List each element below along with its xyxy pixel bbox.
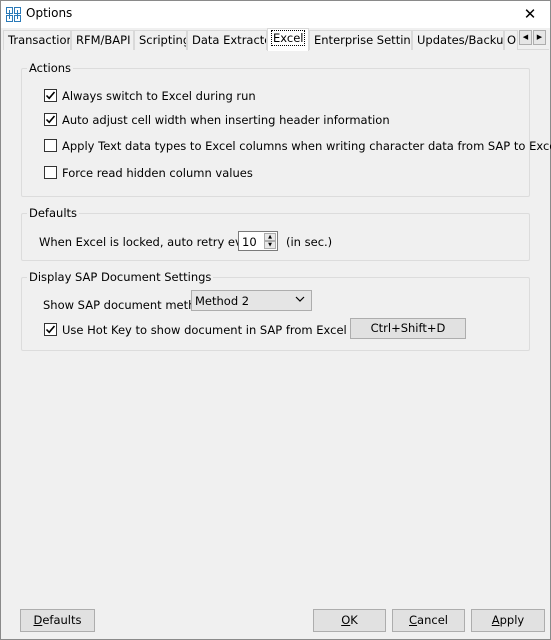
auto-adjust-option[interactable]: Auto adjust cell width when inserting he…	[44, 113, 390, 127]
tab-label: Enterprise Settings	[314, 33, 411, 47]
tab-data-extractor[interactable]: Data Extractor	[187, 30, 267, 50]
retry-unit-label: (in sec.)	[286, 235, 333, 249]
always-switch-label: Always switch to Excel during run	[62, 89, 256, 103]
display-sap-group: Display SAP Document Settings Show SAP d…	[21, 270, 530, 351]
cancel-button[interactable]: Cancel	[392, 609, 465, 632]
ok-label-rest: K	[350, 613, 358, 627]
defaults-label-rest: efaults	[42, 613, 82, 627]
apply-mnemonic: A	[491, 613, 500, 627]
tab-label: O	[507, 33, 517, 47]
always-switch-option[interactable]: Always switch to Excel during run	[44, 89, 256, 103]
retry-seconds-value[interactable]: 10	[242, 235, 257, 249]
display-sap-group-title: Display SAP Document Settings	[27, 270, 214, 284]
auto-adjust-label: Auto adjust cell width when inserting he…	[62, 113, 390, 127]
cancel-mnemonic: C	[409, 613, 418, 627]
defaults-button[interactable]: Defaults	[20, 609, 95, 632]
sap-method-label: Show SAP document method	[43, 298, 210, 312]
dialog-button-bar: Defaults OK Cancel Apply	[1, 599, 550, 639]
defaults-group: Defaults When Excel is locked, auto retr…	[21, 206, 530, 261]
retry-label: When Excel is locked, auto retry every	[39, 235, 261, 249]
checkmark-icon	[45, 325, 56, 334]
actions-group: Actions Always switch to Excel during ru…	[21, 61, 551, 197]
tab-excel[interactable]: Excel	[267, 28, 309, 51]
tab-label: Updates/Backup	[417, 33, 504, 47]
tab-strip: Transaction RFM/BAPI Scripting Data Extr…	[3, 28, 549, 51]
tab-label: Excel	[270, 30, 306, 46]
spin-up-icon[interactable]: ▲	[264, 233, 276, 241]
checkmark-icon	[45, 91, 56, 100]
auto-adjust-checkbox[interactable]	[44, 113, 57, 126]
spin-down-icon[interactable]: ▼	[264, 241, 276, 249]
apply-text-types-label: Apply Text data types to Excel columns w…	[62, 139, 551, 153]
always-switch-checkbox[interactable]	[44, 89, 57, 102]
hotkey-label: Use Hot Key to show document in SAP from…	[62, 323, 347, 337]
ok-button[interactable]: OK	[313, 609, 386, 632]
sap-method-dropdown[interactable]: Method 2	[191, 290, 312, 311]
tab-label: RFM/BAPI	[76, 33, 131, 47]
tab-overflow[interactable]: O	[504, 30, 518, 50]
apply-text-types-checkbox[interactable]	[44, 139, 57, 152]
window-title: Options	[26, 6, 73, 20]
tab-label: Transaction	[8, 33, 71, 47]
tab-enterprise-settings[interactable]: Enterprise Settings	[309, 30, 412, 50]
tab-scroll-left-icon[interactable]: ◀	[519, 30, 532, 45]
tab-rfm-bapi[interactable]: RFM/BAPI	[71, 30, 134, 50]
actions-group-title: Actions	[27, 61, 74, 75]
defaults-mnemonic: D	[33, 613, 43, 627]
force-read-hidden-checkbox[interactable]	[44, 166, 57, 179]
force-read-hidden-label: Force read hidden column values	[62, 166, 253, 180]
force-read-hidden-option[interactable]: Force read hidden column values	[44, 166, 253, 180]
options-grid-icon	[6, 7, 21, 22]
checkmark-icon	[45, 115, 56, 124]
sap-method-value: Method 2	[195, 294, 250, 308]
tab-scroll-right-icon[interactable]: ▶	[533, 30, 546, 45]
ok-mnemonic: O	[341, 613, 351, 627]
tab-label: Data Extractor	[192, 33, 266, 47]
apply-label-rest: pply	[499, 613, 525, 627]
spinner-buttons: ▲ ▼	[264, 233, 276, 249]
close-button[interactable]: ✕	[510, 1, 550, 28]
hotkey-checkbox[interactable]	[44, 323, 57, 336]
chevron-down-icon	[295, 295, 305, 305]
excel-tab-panel: Actions Always switch to Excel during ru…	[3, 50, 551, 599]
apply-button[interactable]: Apply	[471, 609, 545, 632]
hotkey-option[interactable]: Use Hot Key to show document in SAP from…	[44, 323, 347, 337]
cancel-label-rest: ancel	[417, 613, 448, 627]
hotkey-capture-button[interactable]: Ctrl+Shift+D	[350, 318, 466, 339]
tab-transaction[interactable]: Transaction	[3, 30, 71, 50]
tab-updates-backup[interactable]: Updates/Backup	[412, 30, 504, 50]
tab-scripting[interactable]: Scripting	[134, 30, 187, 50]
tab-label: Scripting	[139, 33, 187, 47]
retry-seconds-spinner[interactable]: 10 ▲ ▼	[238, 231, 278, 251]
defaults-group-title: Defaults	[27, 206, 80, 220]
apply-text-types-option[interactable]: Apply Text data types to Excel columns w…	[44, 139, 551, 153]
title-bar: Options ✕	[1, 1, 550, 28]
options-dialog: Options ✕ Transaction RFM/BAPI Scripting…	[0, 0, 551, 640]
